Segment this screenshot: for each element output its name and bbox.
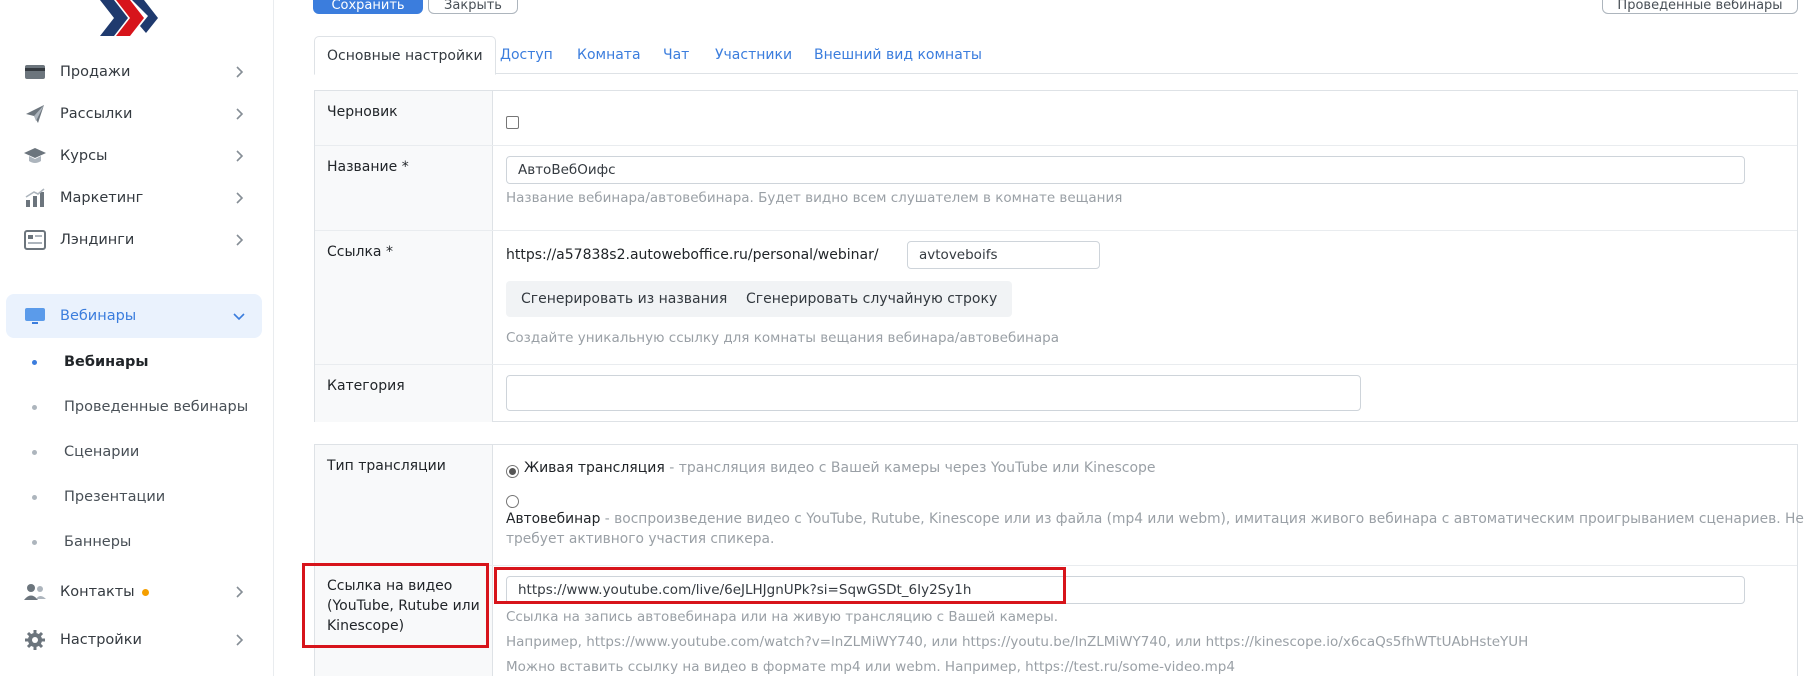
sidebar-item-courses[interactable]: Курсы (6, 134, 262, 178)
bullet (32, 539, 37, 545)
bullet (32, 359, 37, 365)
bullet (32, 449, 37, 455)
chevron-right-icon (232, 585, 246, 599)
sidebar-item-label: Маркетинг (60, 190, 144, 206)
sidebar-item-contacts[interactable]: Контакты (6, 570, 262, 614)
tabs-bar: Основные настройки Доступ Комната Чат Уч… (314, 36, 1798, 75)
sidebar-subitem-label: Сценарии (64, 444, 140, 460)
notification-dot (141, 588, 149, 596)
tab-participants[interactable]: Участники (715, 36, 792, 74)
sidebar-subitem-label: Презентации (64, 489, 166, 505)
tab-room-appearance[interactable]: Внешний вид комнаты (814, 36, 982, 74)
name-input[interactable] (506, 156, 1745, 184)
sidebar-item-label: Контакты (60, 584, 149, 600)
generate-random-button[interactable]: Сгенерировать случайную строку (731, 281, 1013, 317)
sidebar-item-webinars[interactable]: Вебинары (6, 294, 262, 338)
landing-page-icon (23, 228, 47, 252)
bullet (32, 404, 37, 410)
bullet (32, 494, 37, 500)
sidebar-item-label: Продажи (60, 64, 131, 80)
sidebar-item-mailings[interactable]: Рассылки (6, 92, 262, 136)
highlight-video-input (494, 567, 1066, 604)
category-label: Категория (315, 365, 493, 422)
graduation-cap-icon (23, 144, 47, 168)
row-name: Название * Название вебинара/автовебинар… (315, 146, 1797, 231)
link-hint: Создайте уникальную ссылку для комнаты в… (506, 330, 1059, 346)
sidebar-subitem-label: Проведенные вебинары (64, 399, 249, 415)
sidebar-item-label: Вебинары (60, 308, 137, 324)
live-broadcast-radio[interactable] (506, 465, 519, 478)
users-icon (23, 580, 47, 604)
chevron-right-icon (232, 233, 246, 247)
sidebar-item-label: Рассылки (60, 106, 133, 122)
sidebar-subitem-label: Вебинары (64, 354, 149, 370)
paper-plane-icon (23, 102, 47, 126)
monitor-icon (23, 304, 47, 328)
sidebar-subitem-presentations[interactable]: Презентации (0, 477, 270, 517)
past-webinars-button[interactable]: Проведенные вебинары (1602, 0, 1798, 14)
tab-room[interactable]: Комната (577, 36, 641, 74)
sidebar-subitem-label: Баннеры (64, 534, 132, 550)
sidebar-subitem-banners[interactable]: Баннеры (0, 522, 270, 562)
sidebar-subitem-past-webinars[interactable]: Проведенные вебинары (0, 387, 270, 427)
settings-table-general: Черновик Название * Название вебинара/ав… (314, 90, 1798, 422)
tab-chat[interactable]: Чат (663, 36, 689, 74)
sidebar-item-settings[interactable]: Настройки (6, 618, 262, 662)
draft-label: Черновик (315, 91, 493, 145)
row-link: Ссылка * https://a57838s2.autoweboffice.… (315, 231, 1797, 365)
auto-webinar-option: Автовебинар - воспроизведение видео с Yo… (506, 511, 1804, 527)
chevron-right-icon (232, 149, 246, 163)
video-link-hint-2: Например, https://www.youtube.com/watch?… (506, 634, 1529, 650)
sidebar-item-label: Курсы (60, 148, 108, 164)
chevron-down-icon (232, 309, 246, 323)
chevron-right-icon (232, 107, 246, 121)
link-prefix: https://a57838s2.autoweboffice.ru/person… (506, 247, 879, 263)
row-category: Категория (315, 365, 1797, 422)
link-label: Ссылка * (315, 231, 493, 364)
video-link-hint-1: Ссылка на запись автовебинара или на жив… (506, 609, 1059, 625)
sidebar: Продажи Рассылки Курсы Маркетинг Лэндинг… (0, 0, 274, 676)
sidebar-subitem-webinars[interactable]: Вебинары (0, 342, 270, 382)
highlight-video-label (302, 563, 489, 648)
auto-webinar-radio[interactable] (506, 495, 519, 508)
name-label: Название * (315, 146, 493, 230)
settings-table-broadcast: Тип трансляции Живая трансляция - трансл… (314, 444, 1804, 676)
chevron-right-icon (232, 191, 246, 205)
generate-from-name-button[interactable]: Сгенерировать из названия (506, 281, 743, 317)
close-button[interactable]: Закрыть (428, 0, 518, 14)
video-link-hint-3: Можно вставить ссылку на видео в формате… (506, 659, 1235, 675)
sidebar-item-marketing[interactable]: Маркетинг (6, 176, 262, 220)
auto-webinar-desc-cont: требует активного участия спикера. (506, 531, 775, 547)
chevron-right-icon (232, 633, 246, 647)
row-draft: Черновик (315, 91, 1797, 146)
save-button[interactable]: Сохранить (313, 0, 423, 14)
sidebar-subitem-scenarios[interactable]: Сценарии (0, 432, 270, 472)
chevron-right-icon (232, 65, 246, 79)
draft-checkbox[interactable] (506, 116, 519, 129)
category-select[interactable] (506, 375, 1361, 411)
gear-icon (23, 628, 47, 652)
link-slug-input[interactable] (907, 241, 1100, 269)
tab-main-settings[interactable]: Основные настройки (314, 36, 496, 75)
broadcast-type-label: Тип трансляции (315, 445, 493, 565)
tab-access[interactable]: Доступ (500, 36, 553, 74)
name-hint: Название вебинара/автовебинара. Будет ви… (506, 190, 1123, 206)
sidebar-item-label: Лэндинги (60, 232, 135, 248)
sidebar-item-sales[interactable]: Продажи (6, 50, 262, 94)
sidebar-item-label: Настройки (60, 632, 142, 648)
logo[interactable] (98, 0, 160, 36)
live-broadcast-option: Живая трансляция - трансляция видео с Ва… (524, 460, 1156, 476)
card-icon (23, 60, 47, 84)
sidebar-item-landings[interactable]: Лэндинги (6, 218, 262, 262)
bar-chart-icon (23, 186, 47, 210)
row-broadcast-type: Тип трансляции Живая трансляция - трансл… (315, 445, 1804, 566)
